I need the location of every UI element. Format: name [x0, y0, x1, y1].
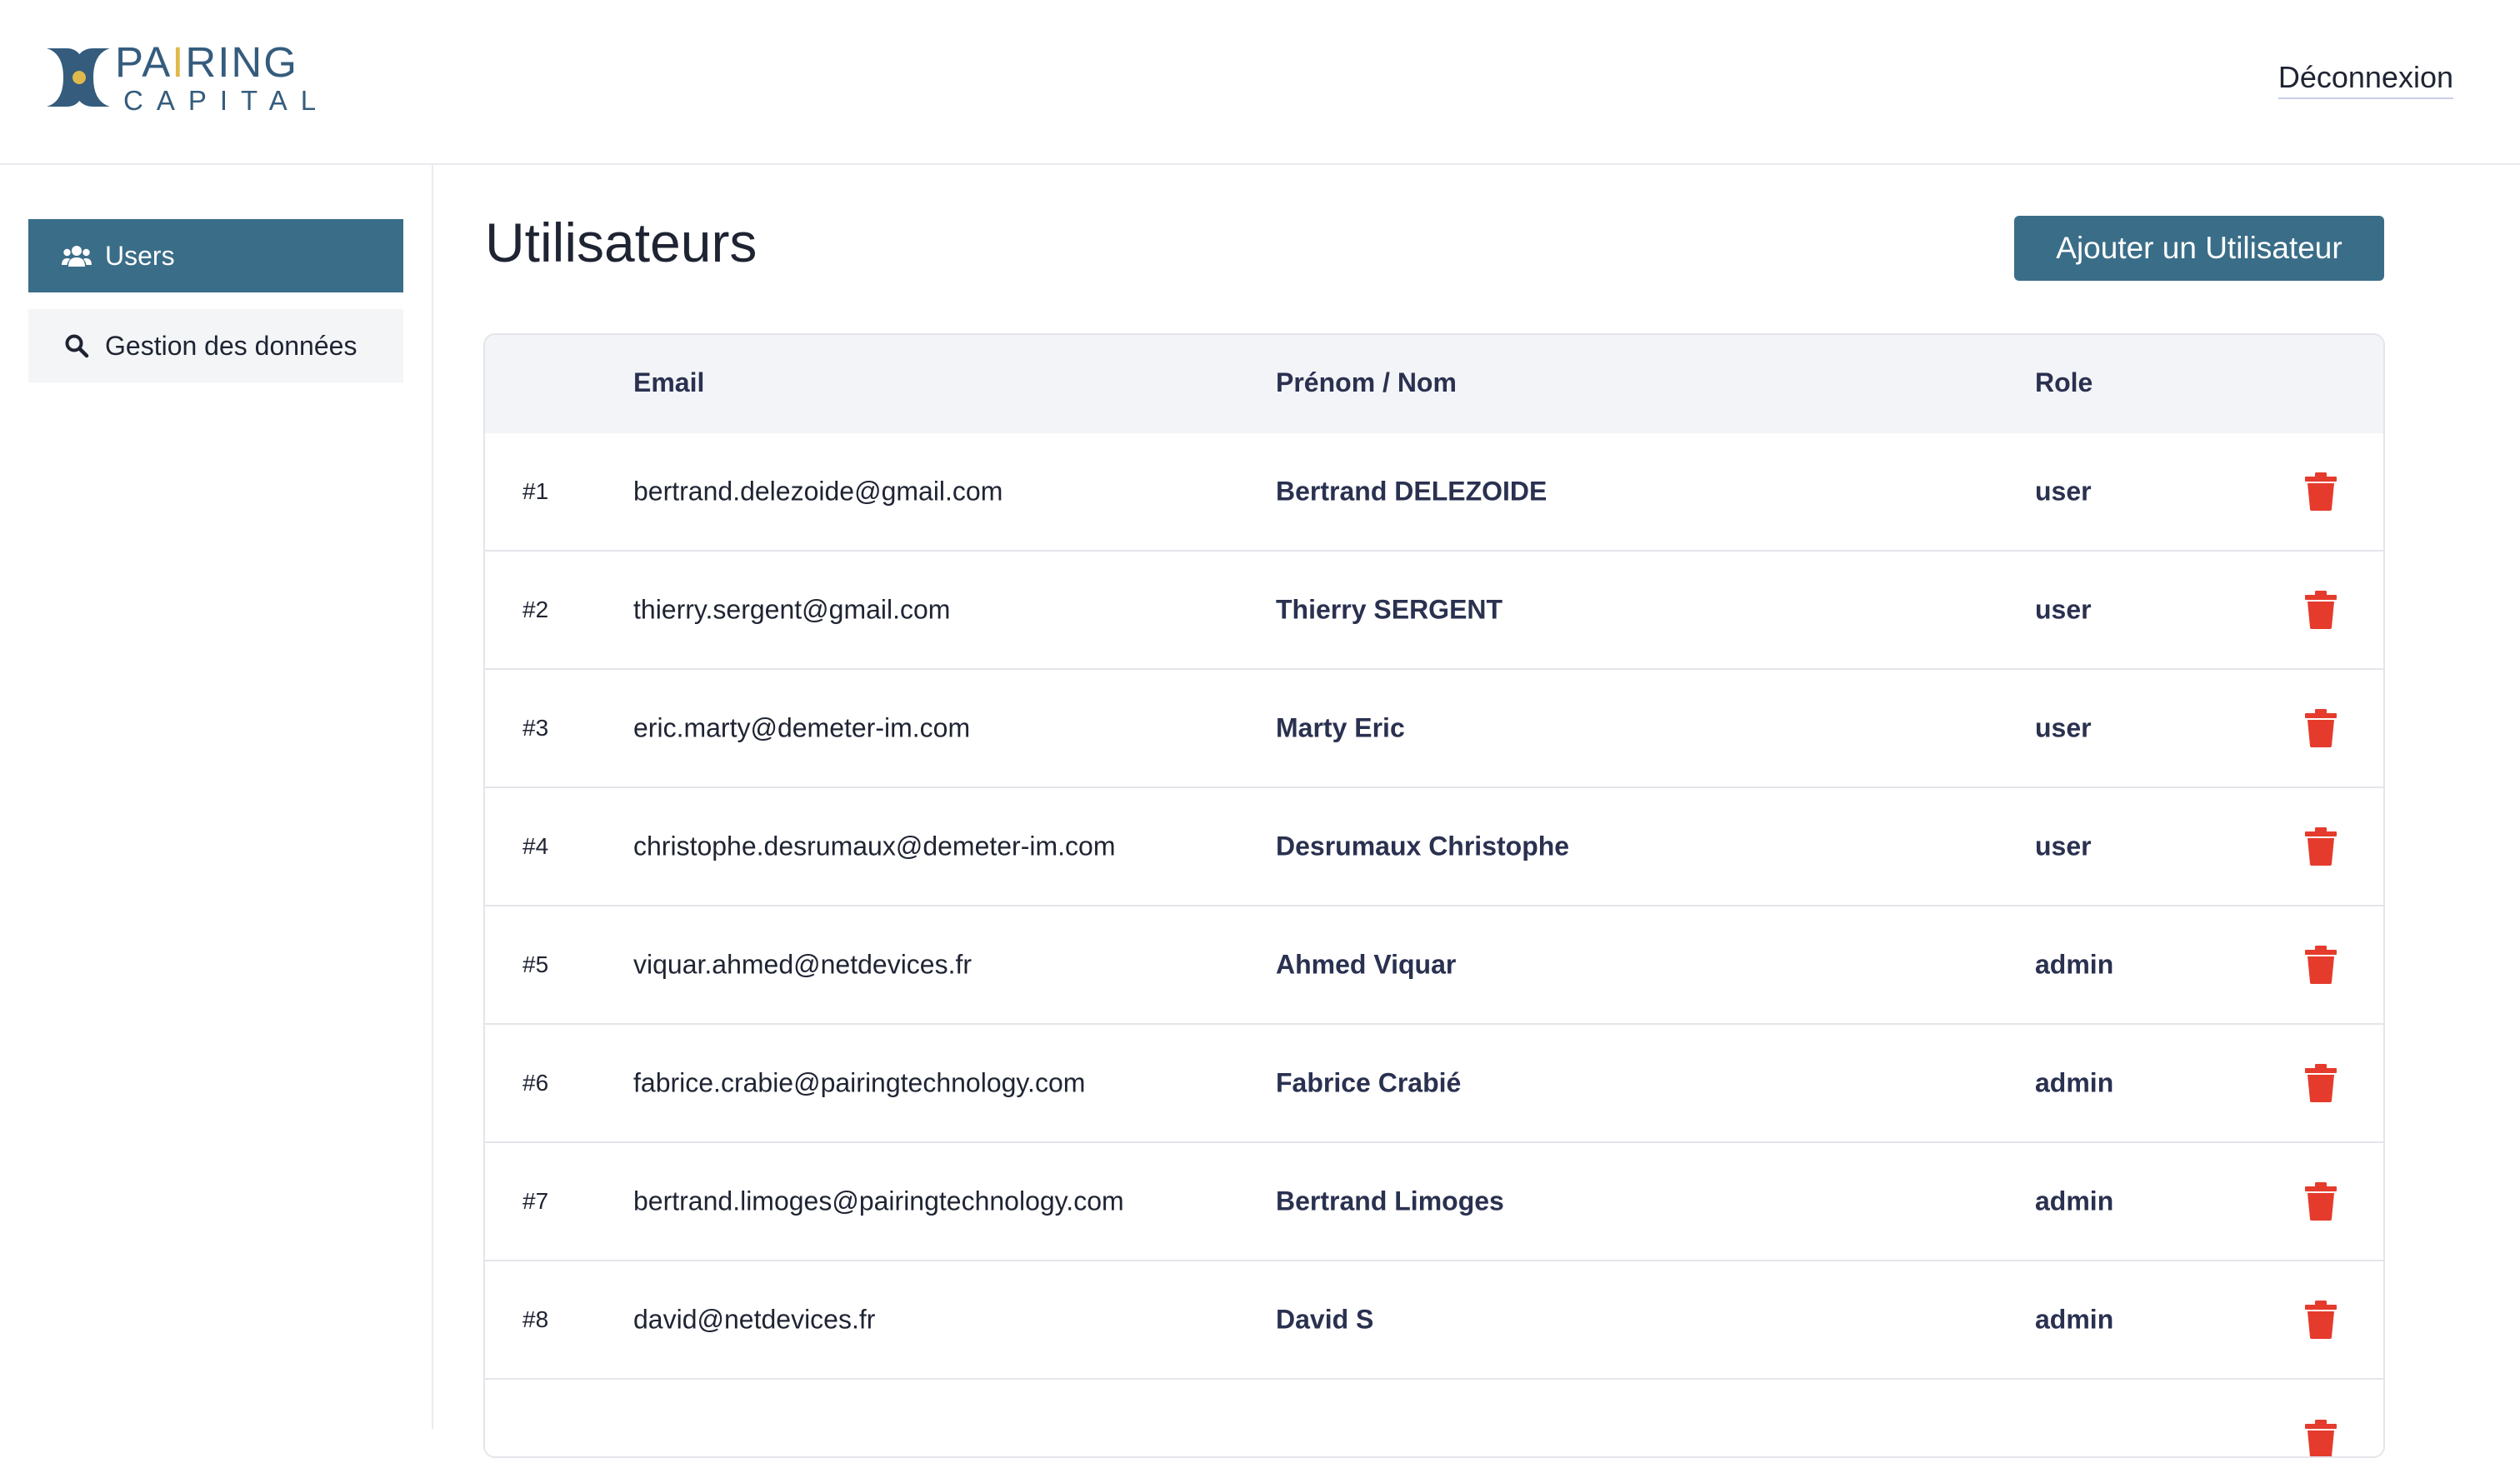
row-email: bertrand.delezoide@gmail.com: [633, 476, 1003, 507]
search-icon: [60, 331, 93, 361]
logo-text-pa: PA: [115, 38, 172, 86]
row-name: Bertrand DELEZOIDE: [1276, 476, 1548, 507]
row-email: fabrice.crabie@pairingtechnology.com: [633, 1067, 1086, 1098]
trash-icon[interactable]: [2304, 1064, 2338, 1102]
table-row[interactable]: #3 eric.marty@demeter-im.com Marty Eric …: [485, 670, 2383, 788]
logo-text-capital: CAPITAL: [123, 85, 330, 116]
trash-icon[interactable]: [2304, 946, 2338, 984]
pairing-capital-logo[interactable]: PAIRING CAPITAL: [43, 41, 329, 114]
row-email: thierry.sergent@gmail.com: [633, 594, 951, 625]
add-user-button[interactable]: Ajouter un Utilisateur: [2014, 216, 2384, 281]
row-email: eric.marty@demeter-im.com: [633, 712, 971, 743]
row-name: Ahmed Viquar: [1276, 949, 1457, 980]
main-content: Utilisateurs Ajouter un Utilisateur Emai…: [435, 165, 2520, 1458]
trash-icon[interactable]: [2304, 827, 2338, 866]
row-role: admin: [2035, 949, 2114, 980]
logout-link[interactable]: Déconnexion: [2278, 60, 2453, 99]
users-table: Email Prénom / Nom Role #1 bertrand.dele…: [483, 333, 2385, 1458]
row-id: #2: [522, 597, 549, 622]
row-role: admin: [2035, 1067, 2114, 1098]
users-icon: [60, 241, 93, 271]
table-row[interactable]: #8 david@netdevices.fr David S admin: [485, 1261, 2383, 1380]
table-header-row: Email Prénom / Nom Role: [485, 335, 2383, 433]
sidebar-item-users[interactable]: Users: [28, 219, 403, 292]
row-name: Marty Eric: [1276, 712, 1405, 743]
row-id: #1: [522, 478, 549, 504]
trash-icon[interactable]: [2304, 591, 2338, 629]
row-email: viquar.ahmed@netdevices.fr: [633, 949, 972, 980]
row-role: user: [2035, 712, 2092, 743]
top-header: PAIRING CAPITAL Déconnexion: [0, 0, 2520, 165]
row-name: Bertrand Limoges: [1276, 1186, 1504, 1216]
row-id: #5: [522, 951, 549, 977]
column-header-role[interactable]: Role: [2035, 367, 2092, 398]
trash-icon[interactable]: [2304, 1420, 2338, 1456]
table-row[interactable]: #7 bertrand.limoges@pairingtechnology.co…: [485, 1143, 2383, 1261]
table-row[interactable]: #2 thierry.sergent@gmail.com Thierry SER…: [485, 552, 2383, 670]
trash-icon[interactable]: [2304, 1301, 2338, 1339]
sidebar: Users Gestion des données: [0, 165, 433, 1429]
row-name: David S: [1276, 1304, 1374, 1335]
row-name: Thierry SERGENT: [1276, 594, 1503, 625]
sidebar-item-data-management-label: Gestion des données: [105, 330, 358, 361]
row-email: david@netdevices.fr: [633, 1304, 876, 1335]
logo-wordmark: PAIRING CAPITAL: [115, 41, 329, 114]
trash-icon[interactable]: [2304, 709, 2338, 747]
row-role: user: [2035, 831, 2092, 861]
column-header-name[interactable]: Prénom / Nom: [1276, 367, 1457, 398]
trash-icon[interactable]: [2304, 1182, 2338, 1221]
row-id: #4: [522, 833, 549, 859]
row-id: #8: [522, 1306, 549, 1332]
logo-text-i: I: [172, 38, 186, 86]
column-header-email[interactable]: Email: [633, 367, 704, 398]
table-row[interactable]: #4 christophe.desrumaux@demeter-im.com D…: [485, 788, 2383, 906]
row-role: user: [2035, 476, 2092, 507]
table-row[interactable]: #6 fabrice.crabie@pairingtechnology.com …: [485, 1025, 2383, 1143]
trash-icon[interactable]: [2304, 472, 2338, 511]
table-row[interactable]: #5 viquar.ahmed@netdevices.fr Ahmed Viqu…: [485, 906, 2383, 1025]
logo-mark-icon: [47, 48, 110, 107]
row-id: #6: [522, 1070, 549, 1096]
table-row[interactable]: #1 bertrand.delezoide@gmail.com Bertrand…: [485, 433, 2383, 552]
row-id: #3: [522, 715, 549, 741]
row-name: Fabrice Crabié: [1276, 1067, 1462, 1098]
page-title: Utilisateurs: [485, 212, 758, 273]
row-role: user: [2035, 594, 2092, 625]
logo-text-ring: RING: [185, 38, 298, 86]
row-role: admin: [2035, 1186, 2114, 1216]
row-name: Desrumaux Christophe: [1276, 831, 1570, 861]
row-id: #7: [522, 1188, 549, 1214]
row-role: admin: [2035, 1304, 2114, 1335]
row-email: christophe.desrumaux@demeter-im.com: [633, 831, 1116, 861]
row-email: bertrand.limoges@pairingtechnology.com: [633, 1186, 1124, 1216]
table-row-partial[interactable]: [485, 1380, 2383, 1456]
sidebar-item-data-management[interactable]: Gestion des données: [28, 309, 403, 382]
sidebar-item-users-label: Users: [105, 240, 175, 271]
